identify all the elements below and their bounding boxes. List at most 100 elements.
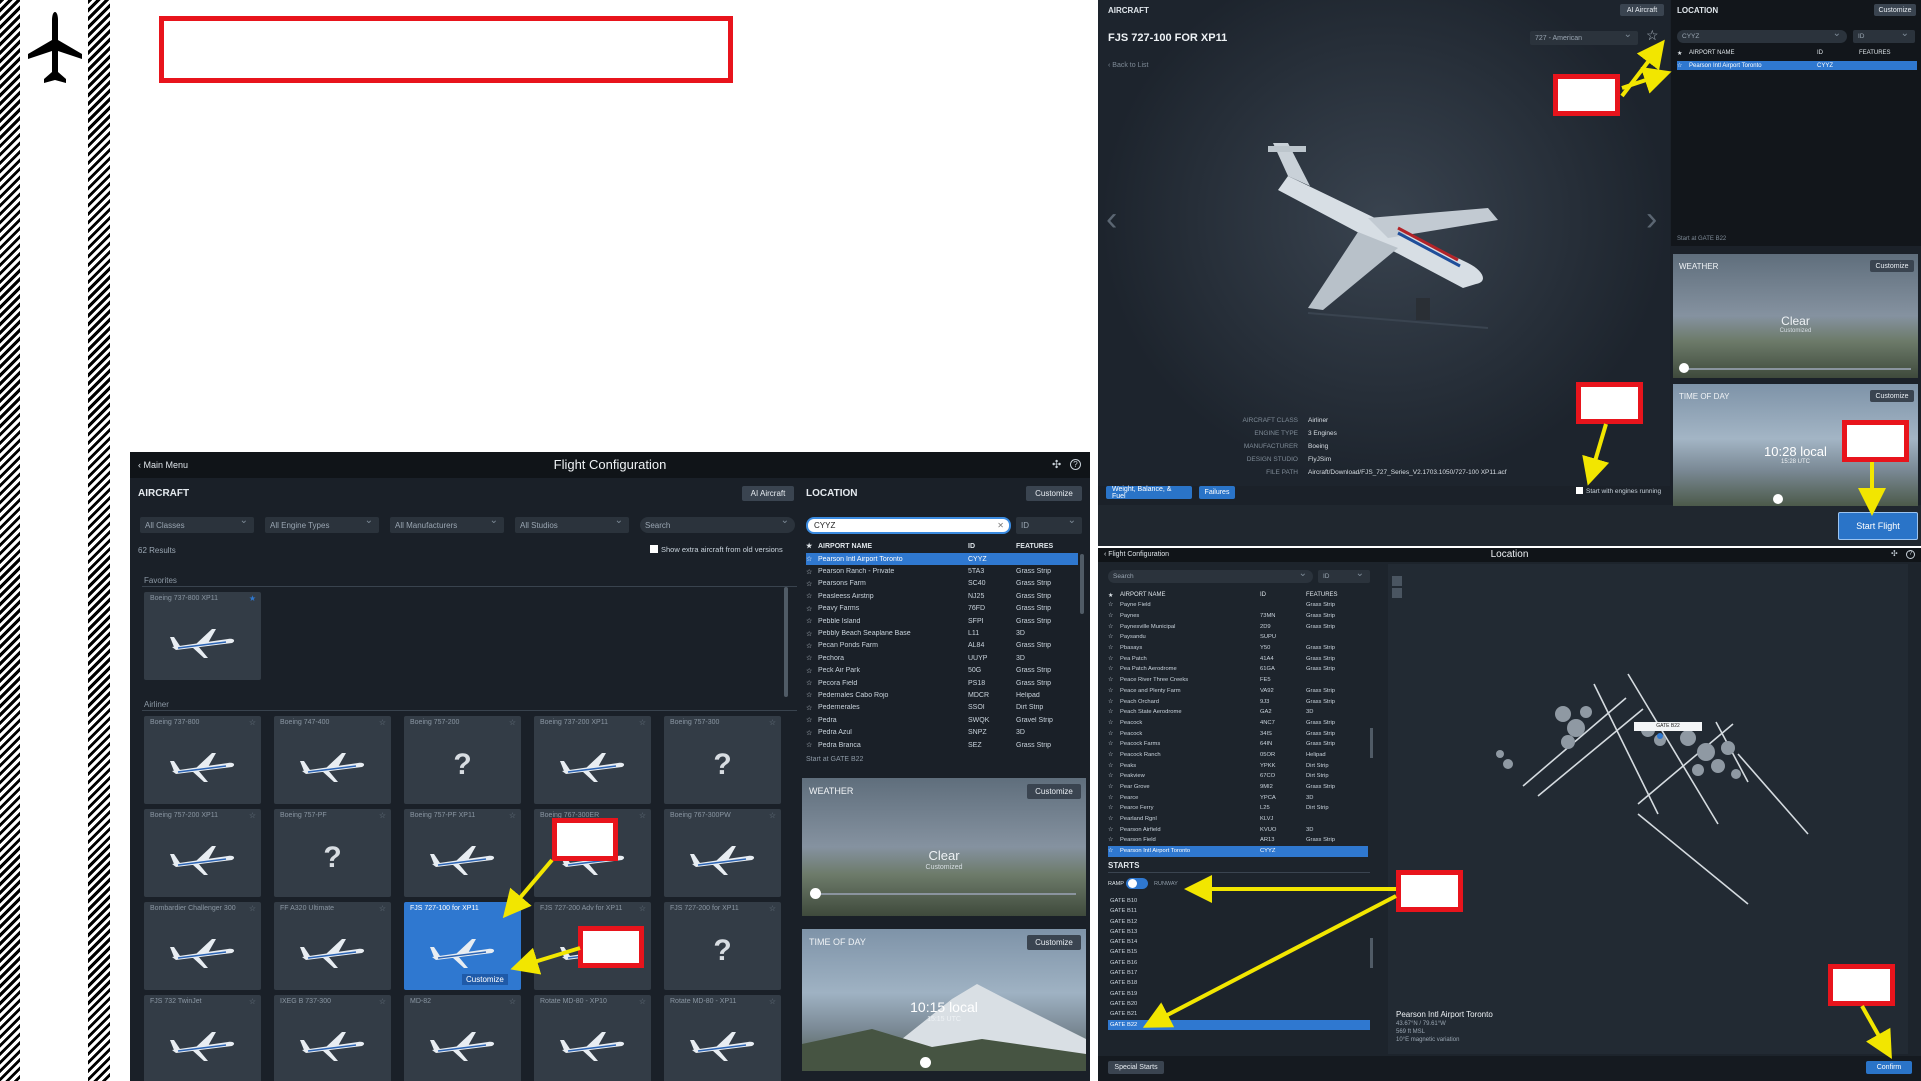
gate-row[interactable]: GATE B18 [1108,978,1370,988]
aircraft-tile[interactable]: MD-82 ☆ [404,995,521,1081]
location-search-input[interactable]: CYYZ ✕ [806,517,1011,534]
star-icon[interactable]: ☆ [249,997,256,1006]
airport-row[interactable]: ☆ Pedra Azul SNPZ 3D [806,726,1078,738]
aircraft-tile[interactable]: FJS 732 TwinJet ☆ [144,995,261,1081]
star-icon[interactable]: ☆ [769,904,776,913]
star-icon[interactable]: ☆ [639,811,646,820]
prev-arrow-icon[interactable]: ‹ [1106,200,1117,239]
star-icon[interactable]: ☆ [1108,816,1120,822]
time-customize-button[interactable]: Customize [1027,935,1081,950]
aircraft-tile[interactable]: IXEG B 737-300 ☆ [274,995,391,1081]
star-icon[interactable]: ☆ [1108,741,1120,747]
airport-row[interactable]: ☆ Pearce Ferry L25 Dirt Strip [1108,803,1368,814]
star-icon[interactable]: ☆ [1108,805,1120,811]
airport-list-scrollbar[interactable] [1080,554,1084,614]
airport-row[interactable]: ☆ Pedra Branca SEZ Grass Strip [806,739,1078,751]
star-icon[interactable]: ☆ [1108,677,1120,683]
aircraft-tile[interactable]: Boeing 737-800 ☆ [144,716,261,804]
star-icon[interactable]: ☆ [1108,624,1120,630]
engines-running-checkbox[interactable]: Start with engines running [1576,487,1661,495]
airport-row[interactable]: ☆ Pearson Field AR13 Grass Strip [1108,835,1368,846]
star-icon[interactable]: ☆ [249,811,256,820]
airport-row[interactable]: ☆ Peacock 4NC7 Grass Strip [1108,718,1368,729]
star-icon[interactable]: ☆ [806,642,818,650]
help-icon[interactable]: ? [1906,550,1915,559]
star-icon[interactable]: ☆ [806,691,818,699]
star-icon[interactable]: ☆ [379,904,386,913]
star-icon[interactable]: ☆ [1108,773,1120,779]
gate-row[interactable]: GATE B22 [1108,1019,1370,1030]
star-icon[interactable]: ☆ [1108,837,1120,843]
star-icon[interactable]: ☆ [806,630,818,638]
location-search-input[interactable]: CYYZ [1677,28,1847,43]
weather-customize-button[interactable]: Customize [1870,260,1914,272]
airport-row[interactable]: ☆ Pearsons Farm SC40 Grass Strip [806,578,1078,590]
weather-slider[interactable] [1683,368,1911,370]
airport-row[interactable]: ☆ Pear Grove 9MI2 Grass Strip [1108,782,1368,793]
gate-row[interactable]: GATE B13 [1108,927,1370,937]
airport-row[interactable]: ☆ Pearson Intl Airport Toronto CYYZ [806,553,1078,566]
favorite-tile[interactable]: Boeing 737-800 XP11 ★ [144,592,261,680]
airport-row[interactable]: ☆ Peck Air Park 50G Grass Strip [806,665,1078,677]
aircraft-tile[interactable]: Bombardier Challenger 300 ☆ [144,902,261,990]
airport-row[interactable]: ☆ Pearce YPCA 3D [1108,792,1368,803]
star-icon[interactable]: ☆ [1108,763,1120,769]
ai-aircraft-button[interactable]: AI Aircraft [1620,4,1664,16]
star-icon[interactable]: ☆ [806,679,818,687]
star-icon[interactable]: ☆ [1108,848,1120,854]
gate-row[interactable]: GATE B21 [1108,1009,1370,1019]
star-icon[interactable]: ☆ [806,654,818,662]
failures-button[interactable]: Failures [1199,486,1235,499]
aircraft-tile[interactable]: Boeing 757-PF ☆? [274,809,391,897]
location-customize-button[interactable]: Customize [1874,4,1916,16]
star-icon[interactable]: ☆ [806,716,818,724]
star-icon[interactable]: ☆ [1108,699,1120,705]
star-icon[interactable]: ☆ [769,718,776,727]
star-icon[interactable]: ☆ [509,904,516,913]
airport-row[interactable]: ☆ Peacock Ranch 05OR Helipad [1108,750,1368,761]
airport-row[interactable]: ☆ Pearson Intl Airport Toronto CYYZ [1108,845,1368,857]
gate-row[interactable]: GATE B19 [1108,989,1370,999]
aircraft-tile[interactable]: Boeing 757-200 XP11 ☆ [144,809,261,897]
time-customize-button[interactable]: Customize [1870,390,1914,402]
ai-aircraft-button[interactable]: AI Aircraft [742,486,794,501]
star-icon[interactable]: ☆ [379,718,386,727]
help-icon[interactable]: ? [1070,459,1081,470]
airport-row[interactable]: ☆ Peace and Plenty Farm VA92 Grass Strip [1108,686,1368,697]
star-icon[interactable]: ☆ [806,580,818,588]
airport-row[interactable]: ☆ Payne Field Grass Strip [1108,600,1368,611]
airport-row[interactable]: ☆ Pea Patch 41A4 Grass Strip [1108,653,1368,664]
filter-engine-types[interactable]: All Engine Types [265,515,379,533]
aircraft-tile[interactable]: FJS 727-200 for XP11 ☆? [664,902,781,990]
gate-row[interactable]: GATE B11 [1108,906,1370,916]
star-icon[interactable]: ☆ [1108,688,1120,694]
aircraft-search-input[interactable]: Search [640,515,795,533]
airport-row[interactable]: ☆ Peach State Aerodrome GA2 3D [1108,707,1368,718]
airport-row[interactable]: ☆ Pedra SWQK Gravel Strip [806,714,1078,726]
airport-row[interactable]: ☆ Peavy Farms 76FD Grass Strip [806,603,1078,615]
star-icon[interactable]: ☆ [806,704,818,712]
aircraft-tile[interactable]: Boeing 767-300PW ☆ [664,809,781,897]
star-icon[interactable]: ☆ [1108,656,1120,662]
star-icon[interactable]: ☆ [1108,613,1120,619]
star-icon[interactable]: ☆ [639,904,646,913]
filter-studios[interactable]: All Studios [515,515,629,533]
star-icon[interactable]: ☆ [509,811,516,820]
aircraft-tile[interactable]: FF A320 Ultimate ☆ [274,902,391,990]
weight-balance-fuel-button[interactable]: Weight, Balance, & Fuel [1106,486,1192,500]
time-slider-knob[interactable] [920,1057,931,1068]
livery-dropdown[interactable]: 727 - American [1530,29,1638,45]
filter-manufacturers[interactable]: All Manufacturers [390,515,504,533]
star-icon[interactable]: ☆ [379,811,386,820]
airport-list-scrollbar[interactable] [1370,728,1373,758]
aircraft-tile[interactable]: Boeing 747-400 ☆ [274,716,391,804]
settings-icon[interactable]: ✣ [1891,549,1898,558]
airport-row[interactable]: ☆ Peacock 34IS Grass Strip [1108,728,1368,739]
gate-row[interactable]: GATE B14 [1108,937,1370,947]
gate-row[interactable]: GATE B10 [1108,896,1370,906]
gate-row[interactable]: GATE B16 [1108,958,1370,968]
aircraft-tile[interactable]: Boeing 757-300 ☆? [664,716,781,804]
ramp-runway-toggle[interactable] [1126,878,1148,889]
back-to-list-link[interactable]: ‹ Back to List [1108,62,1148,69]
airport-row[interactable]: ☆ Pedernales Cabo Rojo MDCR Helipad [806,689,1078,701]
